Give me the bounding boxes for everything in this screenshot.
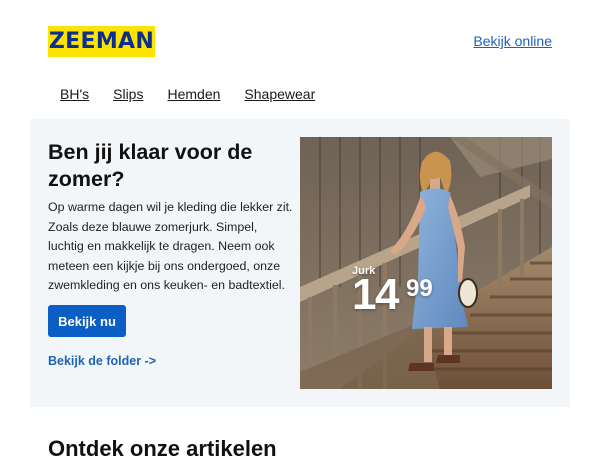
dress-photo-illustration [300,137,552,389]
zeeman-logo[interactable]: ZEEMAN [48,26,155,57]
price-cents: 99 [406,275,433,302]
category-nav: BH's Slips Hemden Shapewear [60,86,315,102]
folder-link[interactable]: Bekijk de folder -> [48,354,156,368]
hero-headline: Ben jij klaar voor de zomer? [48,140,253,191]
hero-body-text: Op warme dagen wil je kleding die lekker… [48,200,293,292]
next-section-heading: Ontdek onze artikelen [48,436,277,461]
price-euros: 14 [352,270,399,319]
logo-text: ZEEMAN [48,29,155,54]
nav-item-slips[interactable]: Slips [113,86,143,102]
view-online-link[interactable]: Bekijk online [473,33,552,49]
nav-item-bhs[interactable]: BH's [60,86,89,102]
bekijk-nu-button[interactable]: Bekijk nu [48,305,126,337]
nav-item-shapewear[interactable]: Shapewear [244,86,315,102]
hero-product-photo[interactable] [300,137,552,389]
nav-item-hemden[interactable]: Hemden [167,86,220,102]
